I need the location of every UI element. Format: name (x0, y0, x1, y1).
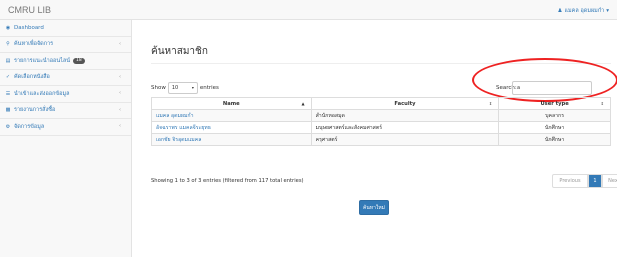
user-menu[interactable]: ♟ แมคล อุดมผมกำ ▾ (558, 7, 609, 15)
caret-down-icon: ▾ (606, 8, 609, 14)
entries-select[interactable]: 10 ▾ (167, 82, 198, 94)
sidebar-item-manage-data[interactable]: ⚙ จัดการข้อมูล ‹ (0, 119, 131, 136)
search-icon: ⚲ (6, 41, 10, 48)
chevron-left-icon: ‹ (119, 73, 121, 80)
member-usertype: นักศึกษา (498, 121, 611, 134)
sidebar-item-label: คัดเลือกหนังสือ (14, 74, 50, 81)
cart-icon: ▤ (5, 57, 11, 64)
column-header-usertype[interactable]: User type ⇕ (498, 97, 611, 110)
sidebar-item-import-export[interactable]: ☰ นำเข้าและส่งออกข้อมูล ‹ (0, 86, 131, 103)
sidebar-item-label: นำเข้าและส่งออกข้อมูล (14, 90, 70, 97)
top-navbar: CMRU LIB ♟ แมคล อุดมผมกำ ▾ (0, 0, 617, 20)
sidebar-item-label: รายงานการสั่งซื้อ (14, 107, 56, 114)
member-faculty: ครุศาสตร์ (310, 133, 500, 146)
sidebar-item-select-books[interactable]: ✓ คัดเลือกหนังสือ ‹ (0, 70, 131, 86)
check-icon: ✓ (5, 74, 11, 81)
sidebar-item-order-report[interactable]: ▩ รายงานการสั่งซื้อ ‹ (0, 103, 131, 119)
chevron-left-icon: ‹ (119, 106, 121, 113)
member-faculty: สำนักหอสมุด (310, 109, 500, 122)
previous-page-button[interactable]: Previous (552, 174, 588, 188)
next-page-button[interactable]: Next (602, 174, 617, 188)
table-info: Showing 1 to 3 of 3 entries (filtered fr… (151, 178, 304, 184)
user-icon: ♟ (557, 8, 563, 14)
count-badge: 18 (73, 57, 85, 64)
member-name-link[interactable]: เอกชัย จิรอุดมแมคล (151, 133, 312, 146)
entries-value: 10 (171, 85, 179, 91)
sidebar-item-label: รายการแนะนำออนไลน์ (14, 57, 71, 64)
list-icon: ☰ (5, 90, 11, 97)
chevron-left-icon: ‹ (119, 40, 121, 47)
entries-label: entries (199, 85, 219, 91)
page-title: ค้นหาสมาชิก (151, 46, 208, 57)
sidebar-item-search[interactable]: ⚲ ค้นหาเพื่อจัดการ ‹ (0, 37, 131, 53)
show-label: Show (151, 85, 166, 91)
chart-icon: ▩ (5, 107, 11, 114)
member-usertype: บุคลากร (498, 109, 611, 122)
sort-icon: ⇕ (488, 101, 493, 106)
sidebar-item-label: จัดการข้อมูล (14, 123, 45, 130)
member-faculty: มนุษยศาสตร์และสังคมศาสตร์ (310, 121, 500, 134)
table-row: แมคล อุดมผมกำ สำนักหอสมุด บุคลากร (151, 109, 611, 122)
member-name-link[interactable]: อัจฉราพร แมคลจีระยุทธ (151, 121, 312, 134)
caret-down-icon: ▾ (191, 85, 194, 90)
sidebar-item-online-recommend[interactable]: ▤ รายการแนะนำออนไลน์ 18 (0, 53, 131, 70)
member-usertype: นักศึกษา (498, 133, 611, 146)
sidebar-item-label: Dashboard (14, 24, 44, 31)
sidebar-item-label: ค้นหาเพื่อจัดการ (14, 41, 54, 48)
pagination: Previous 1 Next (552, 174, 617, 188)
gear-icon: ⚙ (5, 123, 11, 130)
length-control: Show 10 ▾ entries (151, 82, 219, 94)
chevron-left-icon: ‹ (119, 123, 121, 129)
sidebar-item-dashboard[interactable]: ◉ Dashboard (0, 20, 131, 37)
dashboard-icon: ◉ (5, 24, 11, 31)
page-1-button[interactable]: 1 (588, 174, 602, 188)
sort-icon: ⇕ (600, 101, 604, 106)
table-row: เอกชัย จิรอุดมแมคล ครุศาสตร์ นักศึกษา (151, 133, 611, 146)
brand-logo[interactable]: CMRU LIB (8, 5, 51, 15)
column-header-faculty[interactable]: Faculty ⇕ (310, 97, 500, 110)
sidebar: ◉ Dashboard ⚲ ค้นหาเพื่อจัดการ ‹ ▤ รายกา… (0, 20, 132, 257)
highlight-oval (472, 58, 617, 102)
user-name: แมคล อุดมผมกำ (564, 8, 605, 14)
column-header-name[interactable]: Name ▲ (151, 97, 312, 110)
member-name-link[interactable]: แมคล อุดมผมกำ (151, 109, 312, 122)
members-table: Name ▲ Faculty ⇕ User type ⇕ แมคล อุดมผมกำ … (151, 97, 611, 146)
sort-asc-icon: ▲ (301, 101, 305, 106)
new-search-button[interactable]: ค้นหาใหม่ (359, 200, 389, 215)
table-row: อัจฉราพร แมคลจีระยุทธ มนุษยศาสตร์และสังค… (151, 121, 611, 134)
chevron-left-icon: ‹ (119, 90, 121, 96)
